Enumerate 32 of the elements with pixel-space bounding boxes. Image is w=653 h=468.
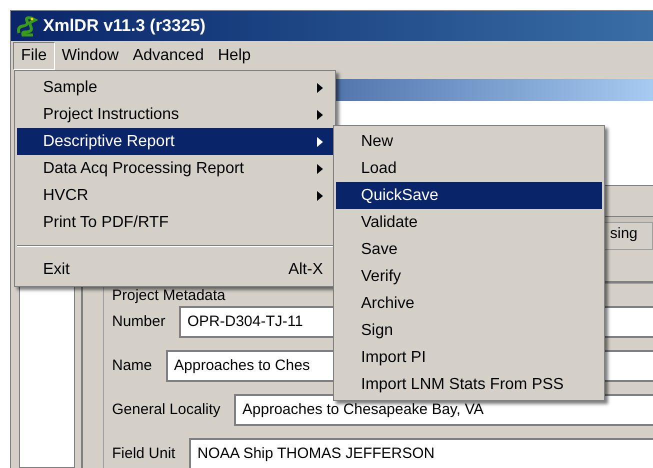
- menu-item[interactable]: Exit Alt-X: [17, 256, 333, 283]
- menu-item[interactable]: Window: [54, 42, 126, 70]
- submenu-arrow-icon: [317, 136, 323, 146]
- menu-item[interactable]: New: [336, 128, 602, 155]
- menu-item[interactable]: Descriptive Report: [17, 128, 333, 155]
- menu-item[interactable]: Sign: [336, 317, 602, 344]
- text-field[interactable]: NOAA Ship THOMAS JEFFERSON: [189, 438, 653, 468]
- menu-item[interactable]: Verify: [336, 263, 602, 290]
- menu-item[interactable]: Data Acq Processing Report: [17, 155, 333, 182]
- window-title: XmlDR v11.3 (r3325): [43, 15, 206, 38]
- menu-item[interactable]: Print To PDF/RTF: [17, 209, 333, 236]
- menu-item[interactable]: File: [13, 42, 55, 70]
- submenu-arrow-icon: [317, 82, 323, 92]
- group-title: Project Metadata: [112, 288, 226, 304]
- submenu-arrow-icon: [317, 110, 323, 120]
- menu-item[interactable]: Help: [210, 42, 258, 70]
- menu-item[interactable]: QuickSave: [336, 182, 602, 209]
- field-label: General Locality: [112, 400, 220, 420]
- field-label: Name: [112, 356, 152, 376]
- snake-icon: [15, 15, 39, 37]
- field-label: Field Unit: [112, 444, 176, 464]
- shortcut-label: Alt-X: [288, 260, 323, 280]
- menu-item[interactable]: Project Instructions: [17, 101, 333, 128]
- menu-item[interactable]: Import PI: [336, 344, 602, 371]
- submenu-arrow-icon: [317, 164, 323, 174]
- menu-item[interactable]: HVCR: [17, 182, 333, 209]
- menu-item[interactable]: Archive: [336, 290, 602, 317]
- menu-item[interactable]: Advanced: [126, 42, 211, 70]
- menu-item[interactable]: Load: [336, 155, 602, 182]
- submenu-arrow-icon: [317, 190, 323, 200]
- menu-item[interactable]: Sample: [17, 74, 333, 101]
- field-label: Number: [112, 312, 166, 332]
